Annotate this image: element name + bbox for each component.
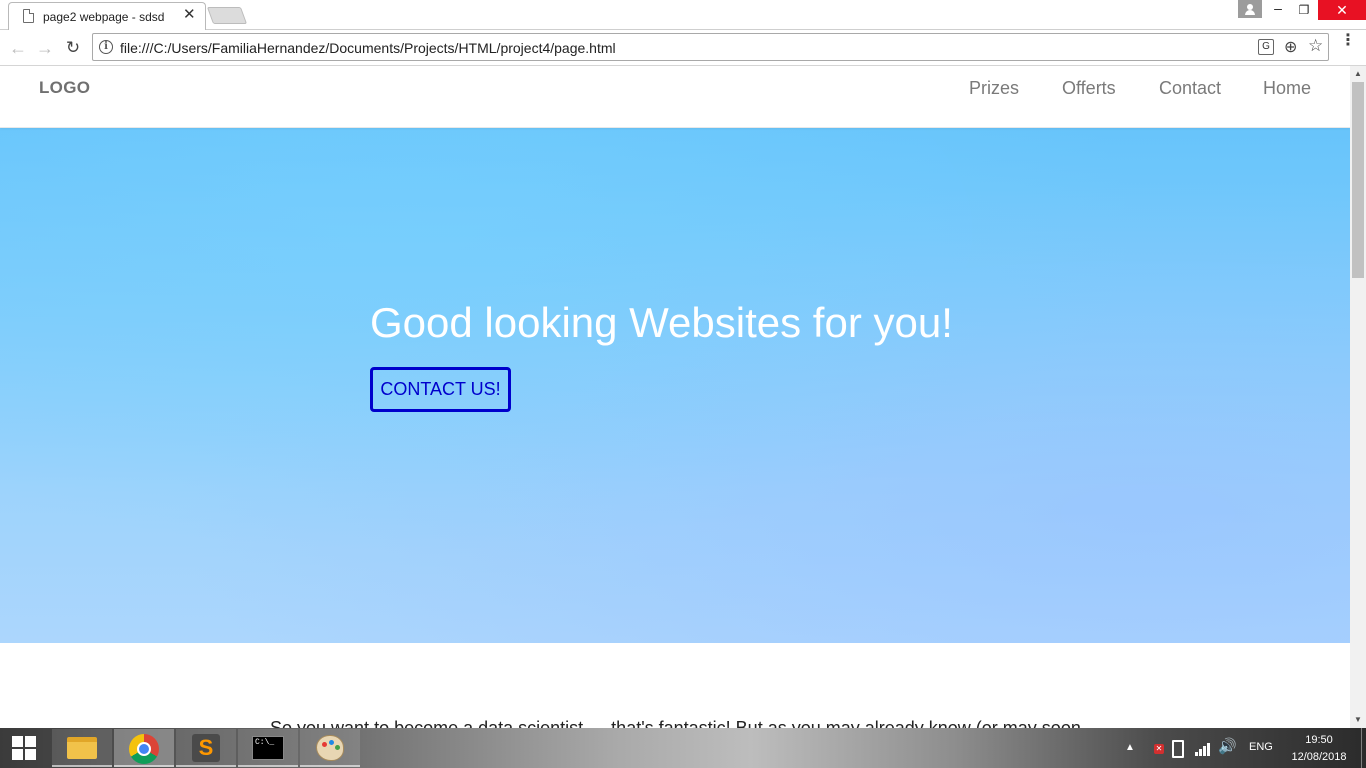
minimize-button[interactable]: –	[1266, 0, 1290, 20]
folder-icon	[67, 737, 97, 759]
user-profile-icon[interactable]	[1238, 0, 1262, 18]
bookmark-star-icon[interactable]: ☆	[1308, 36, 1323, 56]
network-disconnected-icon[interactable]	[1146, 738, 1164, 754]
new-tab-button[interactable]	[206, 7, 248, 24]
clock-date[interactable]: 12/08/2018	[1288, 751, 1350, 763]
input-language-indicator[interactable]: ENG	[1249, 741, 1273, 753]
contact-us-button[interactable]: CONTACT US!	[370, 367, 511, 412]
site-logo[interactable]: LOGO	[39, 78, 90, 98]
forward-arrow-icon[interactable]: →	[33, 36, 57, 60]
chrome-icon	[129, 734, 159, 764]
page-viewport: LOGO Prizes Offerts Contact Home Good lo…	[0, 66, 1350, 728]
file-explorer-taskbar-button[interactable]	[52, 729, 112, 767]
scroll-down-arrow-icon[interactable]: ▼	[1350, 712, 1366, 728]
paint-taskbar-button[interactable]	[300, 729, 360, 767]
clock-time[interactable]: 19:50	[1290, 734, 1348, 746]
close-window-button[interactable]: ✕	[1318, 0, 1366, 20]
site-info-icon[interactable]: i	[99, 40, 113, 54]
browser-menu-icon[interactable]: ⋮	[1340, 33, 1356, 49]
wifi-signal-icon[interactable]	[1195, 740, 1211, 756]
nav-link-prizes[interactable]: Prizes	[969, 78, 1019, 99]
browser-tabstrip: page2 webpage - sdsd ✕ – ❐ ✕	[0, 0, 1366, 31]
tab-title: page2 webpage - sdsd	[43, 10, 165, 24]
show-hidden-icons-chevron-icon[interactable]: ▲	[1125, 742, 1135, 753]
nav-link-contact[interactable]: Contact	[1159, 78, 1221, 99]
browser-toolbar: ← → ↻ i file:///C:/Users/FamiliaHernande…	[0, 30, 1366, 66]
nav-link-home[interactable]: Home	[1263, 78, 1311, 99]
back-arrow-icon[interactable]: ←	[6, 36, 30, 60]
windows-taskbar: S C:\_ ▲ 🔊 ENG 19:50 12/08/2018	[0, 728, 1366, 768]
scroll-up-arrow-icon[interactable]: ▲	[1350, 66, 1366, 82]
windows-start-icon[interactable]	[0, 728, 48, 768]
command-prompt-icon: C:\_	[252, 736, 284, 760]
battery-icon[interactable]	[1172, 740, 1184, 758]
url-text[interactable]: file:///C:/Users/FamiliaHernandez/Docume…	[120, 40, 616, 56]
intro-paragraph: So you want to become a data scientist —…	[270, 718, 1081, 728]
nav-link-offerts[interactable]: Offerts	[1062, 78, 1116, 99]
command-prompt-taskbar-button[interactable]: C:\_	[238, 729, 298, 767]
address-bar[interactable]: i file:///C:/Users/FamiliaHernandez/Docu…	[92, 33, 1329, 61]
volume-icon[interactable]: 🔊	[1218, 737, 1237, 755]
tab-page2-webpage[interactable]: page2 webpage - sdsd ✕	[8, 2, 206, 31]
paint-palette-icon	[316, 735, 344, 761]
page-icon	[23, 9, 34, 23]
site-header: LOGO Prizes Offerts Contact Home	[0, 66, 1350, 128]
sublime-text-icon: S	[192, 734, 220, 762]
restore-button[interactable]: ❐	[1292, 0, 1316, 20]
page-scrollbar[interactable]: ▲ ▼	[1350, 66, 1366, 728]
scroll-thumb[interactable]	[1352, 82, 1364, 278]
hero-title: Good looking Websites for you!	[370, 299, 953, 346]
zoom-icon[interactable]: ⊕	[1284, 37, 1297, 57]
show-desktop-button[interactable]	[1361, 728, 1366, 768]
reload-icon[interactable]: ↻	[61, 36, 85, 60]
hero-banner: Good looking Websites for you! CONTACT U…	[0, 127, 1350, 643]
chrome-taskbar-button[interactable]	[114, 729, 174, 767]
tab-close-icon[interactable]: ✕	[183, 7, 196, 23]
sublime-text-taskbar-button[interactable]: S	[176, 729, 236, 767]
translate-icon[interactable]: G	[1258, 39, 1274, 55]
